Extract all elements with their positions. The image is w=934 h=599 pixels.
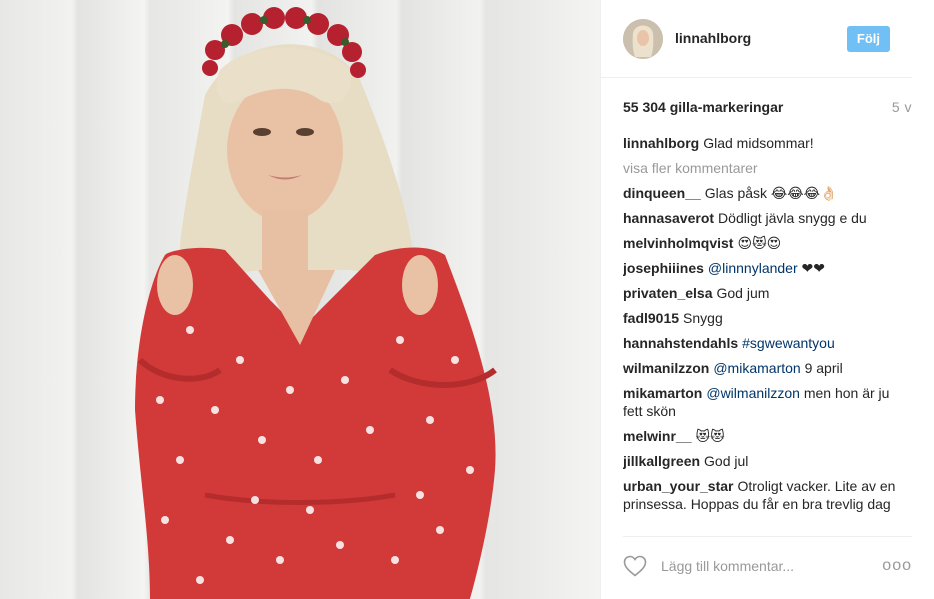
follow-button[interactable]: Följ	[846, 25, 890, 52]
load-more-comments[interactable]: visa fler kommentarer	[623, 159, 918, 177]
list-item: jillkallgreen God jul	[623, 452, 903, 470]
comment-mention[interactable]: @linnnylander	[708, 260, 798, 276]
likes-count[interactable]: 55 304 gilla-markeringar	[623, 99, 783, 115]
post-sidebar: linnahlborg Följ 55 304 gilla-markeringa…	[600, 0, 934, 599]
list-item: privaten_elsa God jum	[623, 284, 903, 302]
comment-text: ❤❤	[801, 260, 825, 276]
more-options-icon[interactable]: ooo	[882, 557, 912, 575]
list-item: wilmanilzzon @mikamarton 9 april	[623, 359, 903, 377]
list-item: dinqueen__ Glas påsk 😂😂😂👌🏻	[623, 184, 903, 202]
comment-username[interactable]: jillkallgreen	[623, 453, 700, 469]
list-item: melwinr__ 😻😻	[623, 427, 903, 445]
list-item: fadl9015 Snygg	[623, 309, 903, 327]
comment-username[interactable]: privaten_elsa	[623, 285, 713, 301]
comment-username[interactable]: urban_your_star	[623, 478, 733, 494]
post-modal: linnahlborg Följ 55 304 gilla-markeringa…	[0, 0, 934, 599]
comment-hashtag[interactable]: #sgwewantyou	[742, 335, 835, 351]
list-item: josephiiines @linnnylander ❤❤	[623, 259, 903, 277]
photo-illustration	[135, 7, 497, 599]
comment-text: God jum	[716, 285, 770, 301]
comment-text: Glad midsommar!	[703, 135, 814, 151]
list-item: mikamarton @wilmanilzzon men hon är ju fe…	[623, 384, 903, 420]
comment-text: 😍😻😍	[737, 235, 782, 251]
comment-text: Snygg	[683, 310, 723, 326]
comment-username[interactable]: hannasaverot	[623, 210, 714, 226]
avatar-image	[623, 18, 663, 59]
username[interactable]: linnahlborg	[675, 30, 751, 46]
post-photo[interactable]	[0, 0, 600, 599]
comment-username[interactable]: linnahlborg	[623, 135, 699, 151]
comment-mention[interactable]: @wilmanilzzon	[706, 385, 800, 401]
comment-text: God jul	[704, 453, 749, 469]
comment-username[interactable]: melwinr__	[623, 428, 691, 444]
comment-mention[interactable]: @mikamarton	[713, 360, 800, 376]
divider	[623, 536, 912, 537]
post-age[interactable]: 5 v	[892, 99, 912, 115]
comment-username[interactable]: josephiiines	[623, 260, 704, 276]
comment-username[interactable]: melvinholmqvist	[623, 235, 733, 251]
comment-username[interactable]: fadl9015	[623, 310, 679, 326]
comment-text: Dödligt jävla snygg e du	[718, 210, 867, 226]
heart-outline-icon[interactable]	[623, 555, 647, 577]
comment-text: Glas påsk 😂😂😂👌🏻	[704, 185, 838, 201]
list-item: hannahstendahls #sgwewantyou	[623, 334, 903, 352]
post-header: linnahlborg Följ	[601, 0, 912, 78]
comments-list[interactable]: linnahlborg Glad midsommar! visa fler kom…	[623, 134, 918, 532]
comment-username[interactable]: wilmanilzzon	[623, 360, 709, 376]
add-comment-row: ooo	[623, 550, 912, 582]
comment-text: 😻😻	[695, 428, 725, 444]
add-comment-input[interactable]	[659, 557, 883, 575]
comment-username[interactable]: dinqueen__	[623, 185, 701, 201]
comment-username[interactable]: hannahstendahls	[623, 335, 738, 351]
caption: linnahlborg Glad midsommar!	[623, 134, 903, 152]
likes-row: 55 304 gilla-markeringar 5 v	[601, 99, 934, 115]
avatar[interactable]	[623, 18, 663, 59]
comment-username[interactable]: mikamarton	[623, 385, 702, 401]
list-item: hannasaverot Dödligt jävla snygg e du	[623, 209, 903, 227]
comment-text: 9 april	[804, 360, 843, 376]
list-item: urban_your_star Otroligt vacker. Lite av …	[623, 477, 903, 513]
list-item: melvinholmqvist 😍😻😍	[623, 234, 903, 252]
